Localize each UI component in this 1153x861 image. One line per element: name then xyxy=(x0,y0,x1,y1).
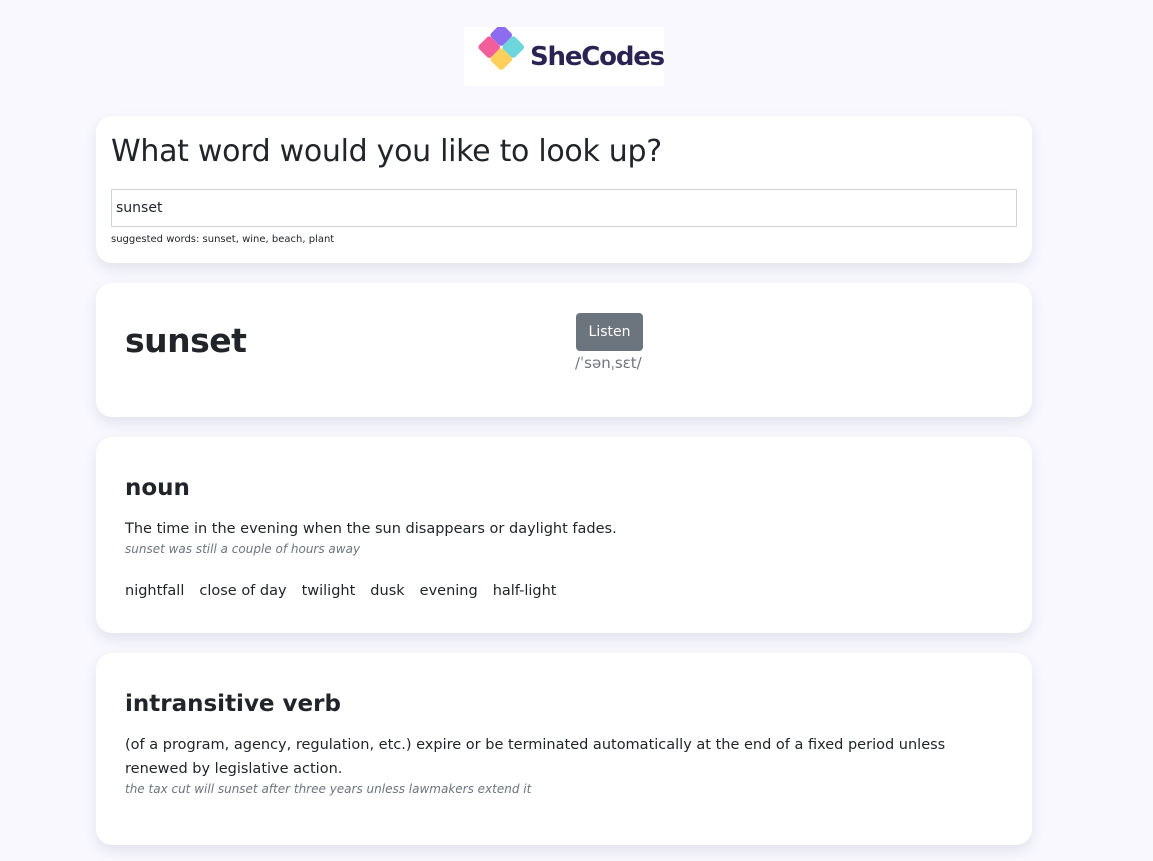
search-title: What word would you like to look up? xyxy=(111,134,662,169)
example: sunset was still a couple of hours away xyxy=(125,542,361,556)
synonym: half-light xyxy=(492,583,557,599)
search-input[interactable] xyxy=(111,189,1017,227)
definition: (of a program, agency, regulation, etc.)… xyxy=(125,737,946,777)
synonyms-list: nightfall close of day twilight dusk eve… xyxy=(125,583,557,599)
example: the tax cut will sunset after three year… xyxy=(125,782,532,796)
word-title: sunset xyxy=(125,321,247,360)
synonym: close of day xyxy=(199,583,287,599)
shecodes-logo: SheCodes xyxy=(464,27,665,86)
synonym: evening xyxy=(419,583,478,599)
suggested-words-hint: suggested words: sunset, wine, beach, pl… xyxy=(111,234,335,245)
meaning-card-noun: noun The time in the evening when the su… xyxy=(96,437,1032,633)
word-card: sunset Listen /ˈsənˌsɛt/ xyxy=(96,283,1032,417)
definition: The time in the evening when the sun dis… xyxy=(125,521,617,537)
phonetic-text: /ˈsənˌsɛt/ xyxy=(575,354,642,372)
logo-text: SheCodes xyxy=(530,41,665,72)
synonym: dusk xyxy=(370,583,405,599)
synonym: twilight xyxy=(301,583,356,599)
search-card: What word would you like to look up? sug… xyxy=(96,116,1032,263)
part-of-speech: noun xyxy=(125,475,190,501)
part-of-speech: intransitive verb xyxy=(125,691,341,717)
synonym: nightfall xyxy=(125,583,185,599)
shecodes-logo-icon xyxy=(478,27,525,70)
listen-button[interactable]: Listen xyxy=(576,313,643,351)
meaning-card-intransitive-verb: intransitive verb (of a program, agency,… xyxy=(96,653,1032,845)
